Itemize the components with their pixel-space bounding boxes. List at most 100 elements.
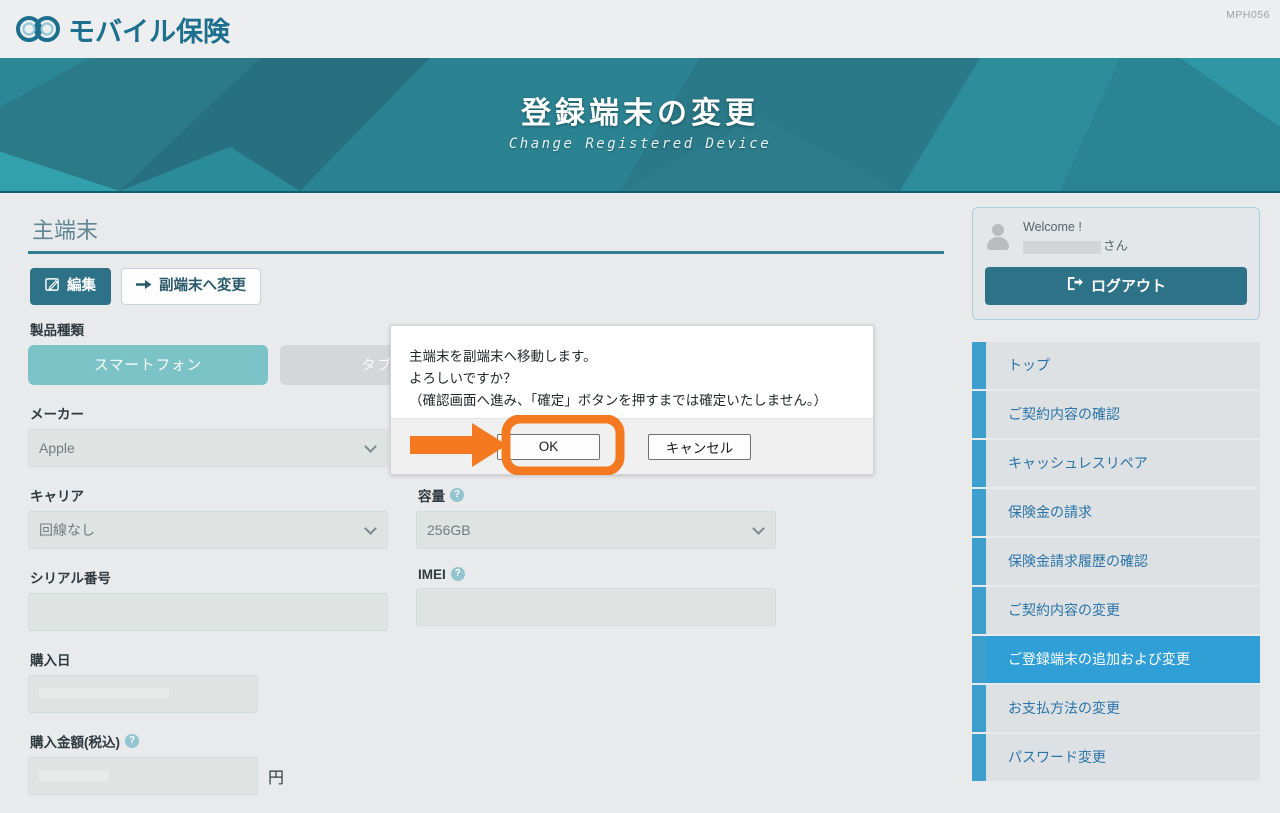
hero-subtitle: Change Registered Device	[508, 135, 772, 152]
maker-value: Apple	[39, 439, 75, 456]
product-type-option-smartphone-label: スマートフォン	[93, 358, 203, 374]
sidebar-item-label: キャッシュレスリペア	[986, 439, 1260, 487]
purchase-amount-label-text: 購入金額(税込)	[30, 734, 120, 750]
maker-label-text: メーカー	[30, 406, 84, 422]
move-to-sub-device-label: 副端末へ変更	[159, 278, 246, 294]
device-action-buttons: 編集 副端末へ変更	[30, 268, 930, 305]
carrier-label-text: キャリア	[30, 488, 84, 504]
capacity-select[interactable]: 256GB	[416, 510, 776, 549]
dialog-cancel-button[interactable]: キャンセル	[648, 433, 751, 460]
nav-accent-bar	[972, 390, 986, 438]
nav-accent-bar	[972, 439, 986, 487]
capacity-value: 256GB	[427, 521, 471, 538]
serial-number-label: シリアル番号	[30, 567, 388, 587]
sidebar-item-top[interactable]: トップ	[972, 341, 1260, 389]
sidebar-item-contract-change[interactable]: ご契約内容の変更	[972, 586, 1260, 634]
maker-select[interactable]: Apple	[28, 428, 388, 467]
sidebar-item-password-change[interactable]: パスワード変更	[972, 733, 1260, 781]
purchase-amount-input[interactable]	[28, 756, 258, 795]
serial-number-input[interactable]	[28, 592, 388, 631]
confirm-dialog-line-3: （確認画面へ進み、「確定」ボタンを押すまでは確定いたしません。）	[409, 392, 828, 408]
confirm-dialog: 主端末を副端末へ移動します。 よろしいですか？ （確認画面へ進み、「確定」ボタン…	[390, 325, 874, 475]
page-code: MPH056	[1226, 9, 1270, 21]
sidebar-item-cashless-repair[interactable]: キャッシュレスリペア	[972, 439, 1260, 487]
purchase-amount-row: 円	[28, 756, 930, 795]
page-hero-banner: 登録端末の変更 Change Registered Device	[0, 58, 1280, 193]
purchase-amount-masked-value	[39, 770, 109, 781]
logout-button[interactable]: ログアウト	[985, 266, 1247, 305]
page-title: 主端末	[32, 218, 99, 243]
welcome-text: Welcome ! さん	[1023, 218, 1128, 257]
confirm-dialog-line-2: よろしいですか？	[409, 370, 517, 386]
purchase-date-label-text: 購入日	[30, 652, 71, 668]
sidebar-nav: トップ ご契約内容の確認 キャッシュレスリペア 保険金の請求 保険金請求履歴の確…	[972, 341, 1260, 783]
sidebar-item-device-add-change[interactable]: ご登録端末の追加および変更	[972, 635, 1260, 683]
carrier-value: 回線なし	[39, 521, 95, 538]
main-content: 主端末 編集 副端末へ変更 製品種類 スマートフォン メーカー Apple キャ…	[0, 193, 960, 813]
sidebar-item-label: ご契約内容の変更	[986, 586, 1260, 634]
double-ring-icon	[16, 16, 62, 42]
hero-title: 登録端末の変更	[521, 97, 759, 131]
purchase-amount-unit: 円	[268, 769, 285, 787]
sidebar-item-label: 保険金の請求	[986, 488, 1260, 536]
sidebar-item-label: ご契約内容の確認	[986, 390, 1260, 438]
carrier-label: キャリア	[30, 485, 388, 505]
nav-accent-bar	[972, 488, 986, 536]
dialog-ok-button[interactable]: OK	[497, 433, 600, 460]
app-header: モバイル保険 MPH056	[0, 0, 1280, 58]
confirm-dialog-body: 主端末を副端末へ移動します。 よろしいですか？ （確認画面へ進み、「確定」ボタン…	[391, 326, 873, 418]
capacity-label: 容量 ?	[418, 485, 776, 505]
sidebar-item-claim-history[interactable]: 保険金請求履歴の確認	[972, 537, 1260, 585]
sidebar-item-payment-change[interactable]: お支払方法の変更	[972, 684, 1260, 732]
nav-accent-bar	[972, 341, 986, 389]
sidebar-item-label: 保険金請求履歴の確認	[986, 537, 1260, 585]
nav-accent-bar	[972, 586, 986, 634]
nav-accent-bar	[972, 537, 986, 585]
brand-name: モバイル保険	[68, 16, 230, 47]
dialog-cancel-label: キャンセル	[665, 440, 734, 456]
user-name-row: さん	[1023, 237, 1128, 256]
sidebar-item-label: パスワード変更	[986, 733, 1260, 781]
user-name-suffix: さん	[1103, 239, 1129, 254]
confirm-dialog-footer: OK キャンセル	[391, 418, 873, 474]
carrier-select[interactable]: 回線なし	[28, 510, 388, 549]
edit-button[interactable]: 編集	[30, 268, 111, 305]
purchase-date-input[interactable]	[28, 674, 258, 713]
imei-label-text: IMEI	[418, 566, 446, 582]
purchase-date-label: 購入日	[30, 649, 930, 669]
purchase-date-masked-value	[39, 688, 169, 699]
brand-logo[interactable]: モバイル保険	[16, 10, 230, 49]
serial-number-label-text: シリアル番号	[30, 570, 111, 586]
pencil-square-icon	[45, 277, 60, 296]
imei-label: IMEI ?	[418, 567, 776, 582]
title-divider	[28, 251, 944, 254]
purchase-amount-help-icon[interactable]: ?	[125, 733, 139, 748]
confirm-dialog-line-1: 主端末を副端末へ移動します。	[409, 349, 597, 364]
purchase-amount-label: 購入金額(税込) ?	[30, 731, 930, 751]
capacity-help-icon[interactable]: ?	[450, 487, 464, 502]
logout-label: ログアウト	[1090, 278, 1166, 296]
imei-help-icon[interactable]: ?	[450, 567, 465, 581]
sidebar-item-contract-confirm[interactable]: ご契約内容の確認	[972, 390, 1260, 438]
sidebar: Welcome ! さん ログアウト トップ ご契約内容の確認 キャッシュレスリ…	[960, 193, 1280, 813]
edit-button-label: 編集	[67, 278, 96, 294]
arrow-right-icon	[136, 278, 152, 295]
imei-input[interactable]	[416, 587, 776, 626]
sidebar-item-insurance-claim[interactable]: 保険金の請求	[972, 488, 1260, 536]
welcome-card: Welcome ! さん ログアウト	[972, 207, 1260, 320]
sidebar-item-label: トップ	[986, 341, 1260, 389]
sidebar-item-label: ご登録端末の追加および変更	[986, 635, 1260, 683]
welcome-greeting: Welcome !	[1023, 220, 1082, 234]
dialog-ok-label: OK	[538, 439, 559, 454]
nav-accent-bar	[972, 635, 986, 683]
product-type-option-smartphone[interactable]: スマートフォン	[28, 344, 268, 385]
logout-icon	[1066, 276, 1083, 295]
product-type-label-text: 製品種類	[30, 322, 84, 338]
nav-accent-bar	[972, 684, 986, 732]
sidebar-item-label: お支払方法の変更	[986, 684, 1260, 732]
capacity-label-text: 容量	[418, 488, 445, 504]
user-avatar-icon	[985, 223, 1011, 251]
move-to-sub-device-button[interactable]: 副端末へ変更	[121, 268, 261, 305]
user-name-masked	[1023, 240, 1101, 254]
nav-accent-bar	[972, 733, 986, 781]
